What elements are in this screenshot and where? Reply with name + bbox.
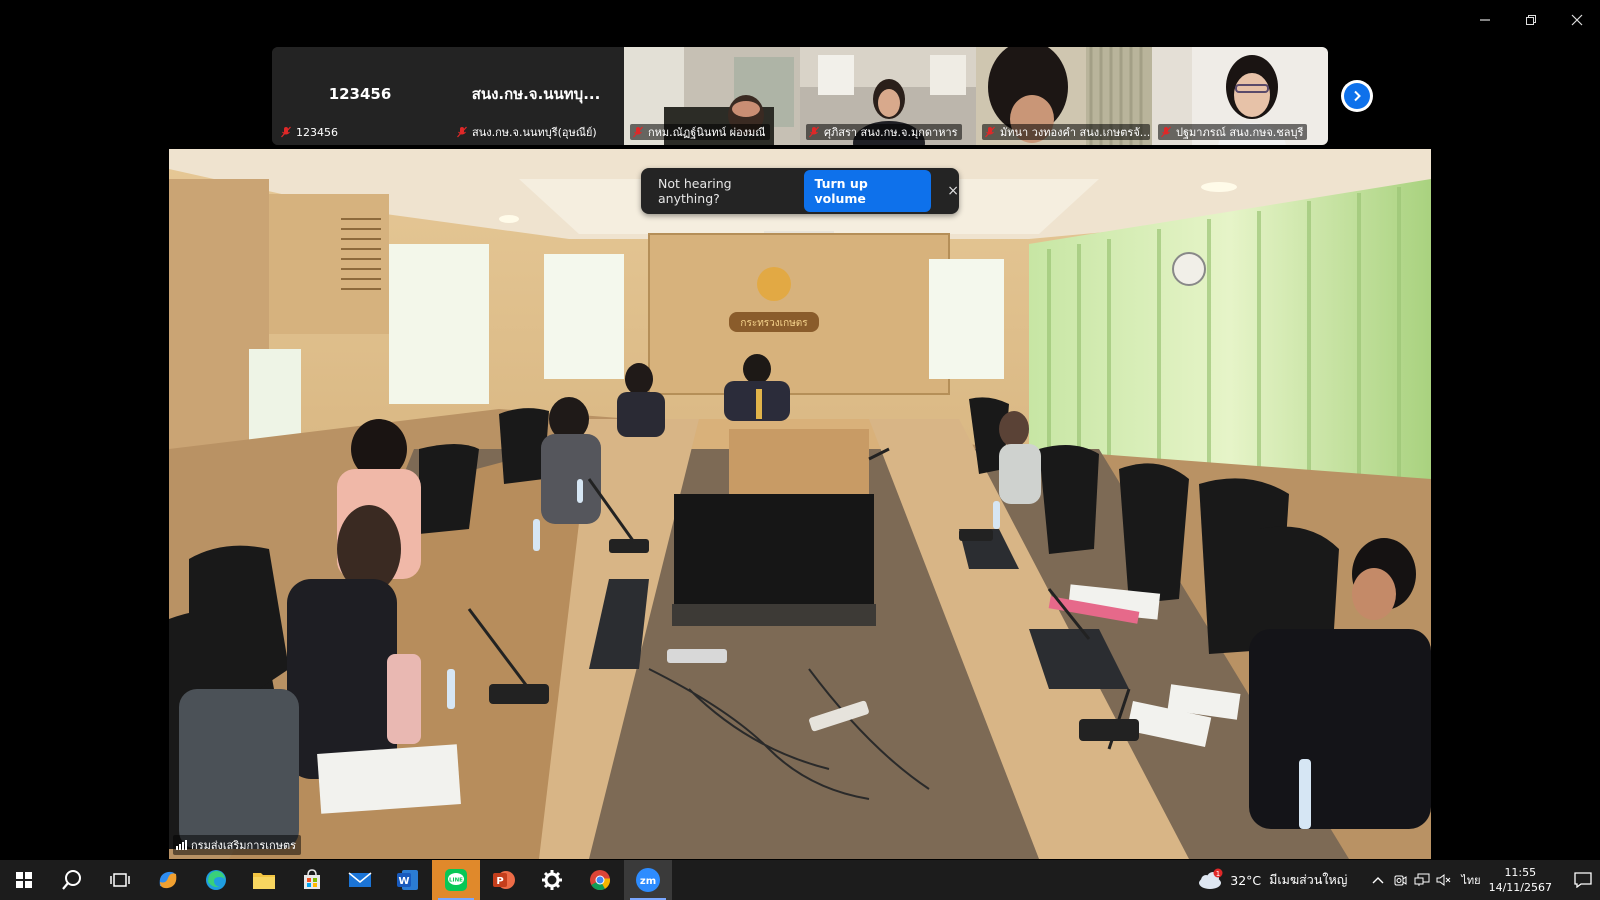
participant-label-text: ปฐมาภรณ์ สนง.กษจ.ชลบุรี [1176,126,1304,139]
line-app-icon: LINE [445,869,467,891]
active-speaker-name: กรมส่งเสริมการเกษตร [191,839,297,852]
cloud-icon: 1 [1199,868,1223,889]
turn-up-volume-button[interactable]: Turn up volume [804,170,932,212]
clock-time: 11:55 [1504,866,1537,879]
chrome-icon [590,870,611,891]
mic-muted-icon [633,126,643,138]
camera-icon [1394,875,1407,886]
participant-label: ปฐมาภรณ์ สนง.กษจ.ชลบุรี [1158,124,1308,140]
taskbar-app-edge[interactable] [192,860,240,900]
svg-text:LINE: LINE [449,878,463,884]
participant-display-name: 123456 [328,85,392,103]
weather-widget[interactable]: 1 32°C มีเมฆส่วนใหญ่ [1196,868,1347,892]
weather-temperature: 32°C [1230,872,1262,888]
tray-network-button[interactable] [1411,860,1433,900]
taskbar-app-settings[interactable] [528,860,576,900]
taskbar-app-file-explorer[interactable] [240,860,288,900]
taskbar-app-zoom[interactable]: zm [624,860,672,900]
participant-label-text: 123456 [296,125,338,139]
audio-toast: Not hearing anything? Turn up volume × [641,168,959,214]
volume-muted-icon [1436,874,1451,886]
participant-tile[interactable]: ศุภิสรา สนง.กษ.จ.มุกดาหาร [800,47,976,145]
minimize-icon [1480,19,1490,21]
mic-muted-icon [457,126,467,138]
window-controls [1462,8,1600,32]
minimize-button[interactable] [1462,8,1508,32]
main-video[interactable]: กระทรวงเกษตร กรมส่งเสริมการเกษตร [169,149,1431,859]
toast-message: Not hearing anything? [658,176,732,206]
participant-label: กหม.ณัฏฐ์นินทน์ ผ่องมณี [630,124,770,140]
taskbar-app-powerpoint[interactable]: P [480,860,528,900]
close-icon [1571,14,1583,26]
mic-muted-icon [985,126,995,138]
start-button[interactable] [0,860,48,900]
taskbar: W LINE P zm 1 32°C มีเมฆส่วนใหญ่ ไทย 11:… [0,860,1600,900]
network-icon [1414,873,1430,886]
svg-text:P: P [496,876,503,887]
input-language-indicator[interactable]: ไทย [1461,871,1480,889]
notification-center-button[interactable] [1566,860,1600,900]
search-button[interactable] [48,860,96,900]
participant-tile[interactable]: 123456 123456 [272,47,448,145]
svg-text:W: W [398,876,409,887]
tray-camera-button[interactable] [1389,860,1411,900]
powerpoint-icon: P [493,871,515,889]
participant-tile[interactable]: กหม.ณัฏฐ์นินทน์ ผ่องมณี [624,47,800,145]
next-participants-button[interactable] [1341,80,1373,112]
participant-label-text: มัทนา วงทองคำ สนง.เกษตรจั... [1000,126,1150,139]
restore-button[interactable] [1508,8,1554,32]
search-icon [62,870,81,890]
room-sign-text: กระทรวงเกษตร [740,318,808,329]
tray-volume-button[interactable] [1433,860,1455,900]
notification-icon [1574,872,1592,888]
weather-condition: มีเมฆส่วนใหญ่ [1269,872,1348,887]
participant-label: มัทนา วงทองคำ สนง.เกษตรจั... [982,124,1150,140]
toast-close-button[interactable]: × [947,183,959,199]
signal-strength-icon [176,840,187,850]
participant-tile[interactable]: มัทนา วงทองคำ สนง.เกษตรจั... [976,47,1152,145]
copilot-icon [159,871,177,889]
mic-muted-icon [1161,126,1171,138]
tray-overflow-button[interactable] [1367,860,1389,900]
edge-icon [206,870,226,890]
chevron-right-icon [1354,90,1361,102]
participant-label-text: สนง.กษ.จ.นนทบุรี(อุษณีย์) [472,126,597,139]
participant-display-name: สนง.กษ.จ.นนทบุ... [471,85,601,103]
participant-label: 123456 [278,124,342,140]
participant-tile[interactable]: ปฐมาภรณ์ สนง.กษจ.ชลบุรี [1152,47,1328,145]
mail-icon [348,872,372,887]
mic-muted-icon [809,126,819,138]
zoom-icon: zm [636,868,660,892]
participant-label: ศุภิสรา สนง.กษ.จ.มุกดาหาร [806,124,962,140]
taskbar-app-store[interactable] [288,860,336,900]
task-view-icon [110,873,130,887]
participant-label: สนง.กษ.จ.นนทบุรี(อุษณีย์) [454,124,601,140]
meeting-room-video: กระทรวงเกษตร [169,149,1431,859]
windows-logo-icon [16,872,32,888]
active-speaker-label: กรมส่งเสริมการเกษตร [173,835,302,855]
task-view-button[interactable] [96,860,144,900]
taskbar-app-chrome[interactable] [576,860,624,900]
taskbar-app-copilot[interactable] [144,860,192,900]
word-icon: W [397,870,418,890]
participant-label-text: ศุภิสรา สนง.กษ.จ.มุกดาหาร [824,126,958,139]
taskbar-app-line[interactable]: LINE [432,860,480,900]
restore-icon [1526,15,1536,25]
chevron-up-icon [1372,877,1384,884]
svg-text:zm: zm [640,876,656,887]
taskbar-app-word[interactable]: W [384,860,432,900]
close-window-button[interactable] [1554,8,1600,32]
mic-muted-icon [281,126,291,138]
gear-icon [542,870,562,890]
participant-strip: 123456 123456 สนง.กษ.จ.นนทบุ... สนง.กษ.จ… [272,47,1328,145]
store-icon [304,869,320,889]
taskbar-app-mail[interactable] [336,860,384,900]
clock[interactable]: 11:55 14/11/2567 [1489,865,1552,895]
system-tray: 1 32°C มีเมฆส่วนใหญ่ ไทย 11:55 14/11/256… [1196,860,1600,900]
clock-date: 14/11/2567 [1488,881,1552,894]
weather-badge: 1 [1216,870,1220,878]
participant-label-text: กหม.ณัฏฐ์นินทน์ ผ่องมณี [648,126,766,139]
folder-icon [253,873,275,889]
participant-tile[interactable]: สนง.กษ.จ.นนทบุ... สนง.กษ.จ.นนทบุรี(อุษณี… [448,47,624,145]
